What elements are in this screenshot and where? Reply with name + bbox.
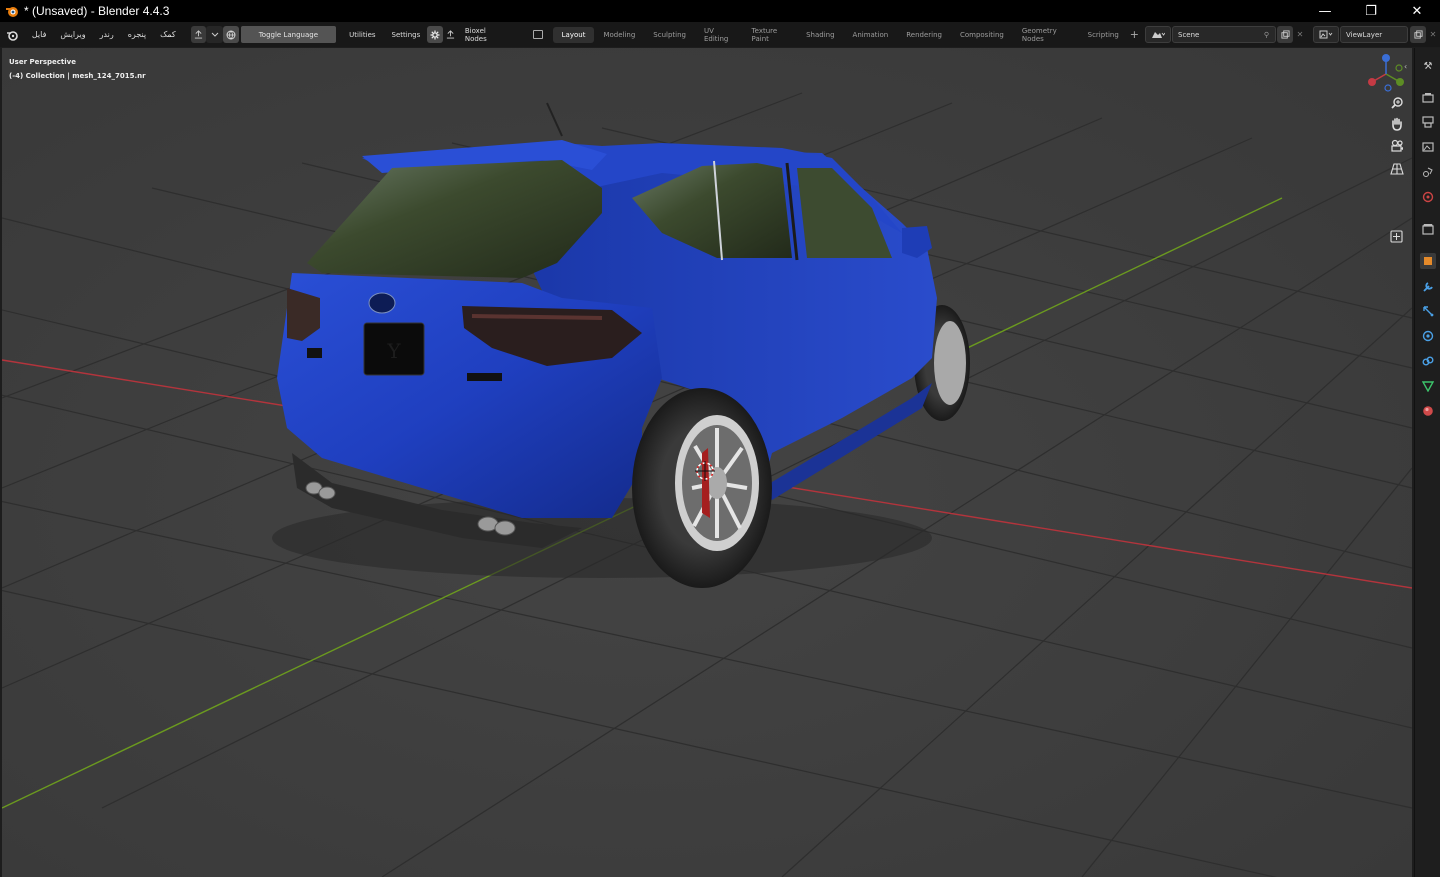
checkbox-icon[interactable] [533,30,543,39]
chevron-down-icon[interactable] [206,26,224,43]
scene-name: Scene [1178,30,1200,39]
plate-text: Y [386,339,401,363]
tab-texture-paint[interactable]: Texture Paint [743,27,798,43]
tab-modeling[interactable]: Modeling [594,27,644,43]
globe-icon[interactable] [223,26,239,43]
settings-menu[interactable]: Settings [385,31,428,39]
properties-tab-strip: ⚒ [1414,48,1440,877]
object-properties-icon[interactable] [1420,253,1436,269]
blender-logo-icon [0,0,24,22]
tab-geometry-nodes[interactable]: Geometry Nodes [1013,27,1079,43]
tab-rendering[interactable]: Rendering [897,27,951,43]
sidebar-toggle-icon[interactable]: ‹ [1404,62,1407,71]
particles-properties-icon[interactable] [1420,303,1436,319]
toggle-region-icon[interactable] [1386,226,1406,246]
gear-icon[interactable] [427,26,443,43]
view-layer-properties-icon[interactable] [1420,139,1436,155]
output-properties-icon[interactable] [1420,114,1436,130]
bioxel-nodes-menu[interactable]: Bioxel Nodes [458,27,515,43]
tab-shading[interactable]: Shading [797,27,843,43]
3d-viewport[interactable]: Y User Perspective (-4) Collection | mes… [2,48,1412,877]
delete-view-layer-icon[interactable]: ✕ [1426,30,1440,39]
toggle-language-button[interactable]: Toggle Language [240,26,337,43]
material-properties-icon[interactable] [1420,403,1436,419]
close-button[interactable]: ✕ [1394,0,1440,22]
menu-window[interactable]: پنجره [121,30,153,39]
constraints-properties-icon[interactable] [1420,353,1436,369]
data-properties-icon[interactable] [1420,378,1436,394]
view-layer-name: ViewLayer [1346,30,1383,39]
blender-menu-icon[interactable] [0,29,25,41]
tab-sculpting[interactable]: Sculpting [644,27,695,43]
tab-animation[interactable]: Animation [844,27,898,43]
physics-properties-icon[interactable] [1420,328,1436,344]
title-bar: * (Unsaved) - Blender 4.4.3 — ❐ ✕ [0,0,1440,22]
scene-name-field[interactable]: Scene ⚲ [1172,26,1276,43]
zoom-icon[interactable] [1387,92,1407,112]
delete-scene-icon[interactable]: ✕ [1293,30,1307,39]
window-title: * (Unsaved) - Blender 4.4.3 [24,4,170,18]
tab-uv-editing[interactable]: UV Editing [695,27,743,43]
workspace-tabs: Layout Modeling Sculpting UV Editing Tex… [552,22,1139,47]
menu-help[interactable]: کمک [153,30,183,39]
add-workspace-icon[interactable]: + [1130,28,1139,41]
tool-settings-icon[interactable]: ⚒ [1420,58,1436,74]
modifier-properties-icon[interactable] [1420,279,1436,295]
upload-icon[interactable] [190,26,207,43]
export-icon[interactable] [443,30,458,39]
tab-layout[interactable]: Layout [552,26,595,43]
navigation-gizmo[interactable] [1366,54,1406,94]
view-layer-field[interactable]: ViewLayer [1340,26,1408,43]
tab-scripting[interactable]: Scripting [1079,27,1128,43]
scene-properties-icon[interactable] [1420,164,1436,180]
new-view-layer-icon[interactable] [1410,26,1426,43]
perspective-grid-icon[interactable] [1387,159,1407,179]
render-properties-icon[interactable] [1420,90,1436,106]
viewport-canvas[interactable]: Y [2,48,1412,877]
collection-info-label: (-4) Collection | mesh_124_7015.nr [9,72,146,80]
menu-edit[interactable]: ویرایش [53,30,92,39]
top-bar: فایل ویرایش رندر پنجره کمک Toggle Langua… [0,22,1440,47]
camera-view-icon[interactable] [1387,136,1407,156]
viewport-mode-label: User Perspective [9,58,76,66]
scene-selector-icon[interactable] [1145,26,1171,43]
utilities-menu[interactable]: Utilities [342,31,382,39]
world-properties-icon[interactable] [1420,189,1436,205]
collection-properties-icon[interactable] [1420,221,1436,237]
minimize-button[interactable]: — [1302,0,1348,22]
new-scene-icon[interactable] [1277,26,1293,43]
tab-compositing[interactable]: Compositing [951,27,1013,43]
menu-file[interactable]: فایل [25,30,54,39]
pin-icon[interactable]: ⚲ [1264,31,1269,39]
pan-hand-icon[interactable] [1387,114,1407,134]
menu-render[interactable]: رندر [93,30,121,39]
view-layer-selector-icon[interactable] [1313,26,1339,43]
maximize-button[interactable]: ❐ [1348,0,1394,22]
